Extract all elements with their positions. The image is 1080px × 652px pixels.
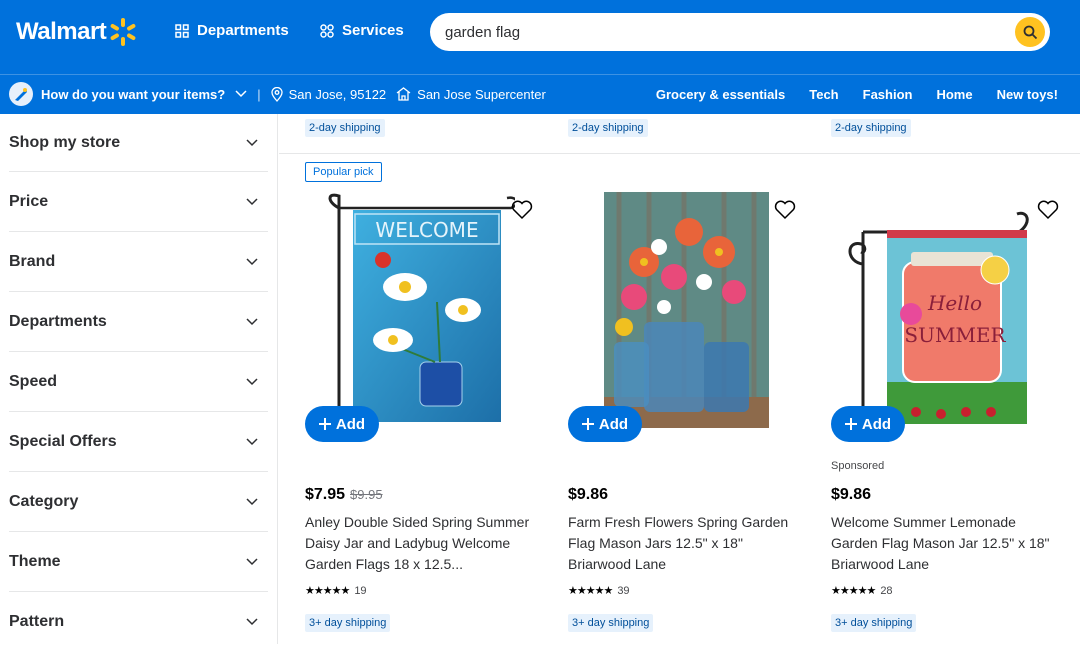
product-rating: ★★★★★ 28 <box>831 584 893 598</box>
sponsored-label: Sponsored <box>831 460 885 472</box>
filter-price[interactable]: Price <box>9 172 268 232</box>
star-rating: ★★★★★ <box>568 585 613 597</box>
filter-speed[interactable]: Speed <box>9 352 268 412</box>
product-image[interactable]: Hello SUMMER <box>841 192 1041 424</box>
product-title[interactable]: Anley Double Sided Spring Summer Daisy J… <box>305 512 537 575</box>
svg-text:Hello: Hello <box>927 291 982 315</box>
favorite-heart-icon[interactable] <box>774 200 796 220</box>
add-to-cart-button[interactable]: Add <box>305 406 379 442</box>
chevron-down-icon <box>246 557 258 565</box>
filter-brand[interactable]: Brand <box>9 232 268 292</box>
svg-text:WELCOME: WELCOME <box>375 218 478 242</box>
shipping-badge: 2-day shipping <box>568 119 648 137</box>
chevron-down-icon <box>246 317 258 325</box>
favorite-heart-icon[interactable] <box>1037 200 1059 220</box>
services-grid-icon <box>320 23 334 38</box>
shipping-badge: 2-day shipping <box>831 119 911 137</box>
product-title[interactable]: Farm Fresh Flowers Spring Garden Flag Ma… <box>568 512 800 575</box>
chevron-down-icon <box>246 497 258 505</box>
svg-text:SUMMER: SUMMER <box>904 323 1006 347</box>
chevron-down-icon <box>246 377 258 385</box>
product-price: $7.95 $9.95 <box>305 486 383 503</box>
top-header: Walmart Departments Services <box>0 0 1080 74</box>
product-price: $9.86 <box>568 486 609 503</box>
nav-link-fashion[interactable]: Fashion <box>863 87 913 102</box>
popular-pick-badge: Popular pick <box>305 162 382 182</box>
walmart-logo[interactable]: Walmart <box>16 17 136 47</box>
delivery-icon <box>9 82 33 106</box>
shipping-badge: 3+ day shipping <box>831 614 917 632</box>
search-input[interactable] <box>445 23 1005 41</box>
location-pin-icon <box>270 86 283 102</box>
plus-icon <box>581 418 594 430</box>
departments-button[interactable]: Departments <box>175 22 289 39</box>
review-count: 39 <box>617 584 630 597</box>
spark-icon <box>110 18 136 46</box>
services-button[interactable]: Services <box>320 22 404 39</box>
was-price: $9.95 <box>350 487 383 502</box>
category-links: Grocery & essentials Tech Fashion Home N… <box>632 87 1058 102</box>
review-count: 28 <box>880 584 893 597</box>
nav-link-grocery[interactable]: Grocery & essentials <box>656 87 785 102</box>
filter-pattern[interactable]: Pattern <box>9 592 268 652</box>
delivery-question: How do you want your items? <box>41 86 226 102</box>
product-image[interactable] <box>604 192 769 428</box>
store[interactable]: San Jose Supercenter <box>396 87 546 102</box>
shipping-badge: 3+ day shipping <box>568 614 654 632</box>
store-icon <box>396 87 411 101</box>
nav-link-new-toys[interactable]: New toys! <box>997 87 1058 102</box>
filter-special-offers[interactable]: Special Offers <box>9 412 268 472</box>
star-rating: ★★★★★ <box>831 585 876 597</box>
review-count: 19 <box>354 584 367 597</box>
nav-link-tech[interactable]: Tech <box>809 87 838 102</box>
search-icon <box>1023 25 1037 39</box>
location[interactable]: San Jose, 95122 <box>270 86 386 102</box>
chevron-down-icon <box>246 138 258 146</box>
product-rating: ★★★★★ 19 <box>305 584 367 598</box>
product-title[interactable]: Welcome Summer Lemonade Garden Flag Maso… <box>831 512 1063 575</box>
search-bar <box>430 13 1050 51</box>
delivery-options[interactable]: How do you want your items? | San Jose, … <box>9 82 556 106</box>
search-button[interactable] <box>1015 17 1045 47</box>
filter-theme[interactable]: Theme <box>9 532 268 592</box>
chevron-down-icon <box>246 437 258 445</box>
plus-icon <box>844 418 857 430</box>
product-price: $9.86 <box>831 486 872 503</box>
nav-link-home[interactable]: Home <box>936 87 972 102</box>
grid-icon <box>175 23 189 38</box>
favorite-heart-icon[interactable] <box>511 200 533 220</box>
add-to-cart-button[interactable]: Add <box>831 406 905 442</box>
filter-sidebar: Shop my store Price Brand Departments Sp… <box>0 114 278 644</box>
star-rating: ★★★★★ <box>305 585 350 597</box>
search-results: 2-day shipping 2-day shipping 2-day ship… <box>279 114 1080 644</box>
filter-shop-my-store[interactable]: Shop my store <box>9 114 268 172</box>
chevron-down-icon <box>235 90 247 98</box>
row-divider <box>279 153 1080 154</box>
divider: | <box>257 86 261 102</box>
chevron-down-icon <box>246 257 258 265</box>
plus-icon <box>318 418 331 430</box>
chevron-down-icon <box>246 618 258 626</box>
shipping-badge: 3+ day shipping <box>305 614 391 632</box>
delivery-subbar: How do you want your items? | San Jose, … <box>0 74 1080 114</box>
product-rating: ★★★★★ 39 <box>568 584 630 598</box>
shipping-badge: 2-day shipping <box>305 119 385 137</box>
product-image[interactable]: WELCOME <box>325 192 515 426</box>
filter-departments[interactable]: Departments <box>9 292 268 352</box>
logo-text: Walmart <box>16 18 107 45</box>
add-to-cart-button[interactable]: Add <box>568 406 642 442</box>
chevron-down-icon <box>246 197 258 205</box>
filter-category[interactable]: Category <box>9 472 268 532</box>
